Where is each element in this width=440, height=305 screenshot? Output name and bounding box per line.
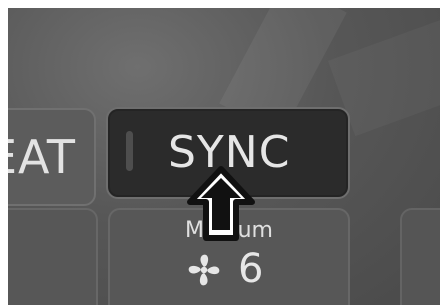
- up-arrow-pointer-icon: [187, 166, 255, 241]
- left-bottom-button[interactable]: [8, 208, 98, 305]
- heat-button[interactable]: EAT: [8, 108, 96, 206]
- fan-icon: [188, 254, 220, 286]
- sync-indicator-light: [126, 131, 133, 171]
- fan-speed-level: 6: [238, 246, 264, 292]
- climate-control-screen: EAT SYNC Medium 6: [8, 8, 440, 305]
- right-edge-button[interactable]: [400, 208, 440, 305]
- heat-button-label: EAT: [8, 130, 76, 184]
